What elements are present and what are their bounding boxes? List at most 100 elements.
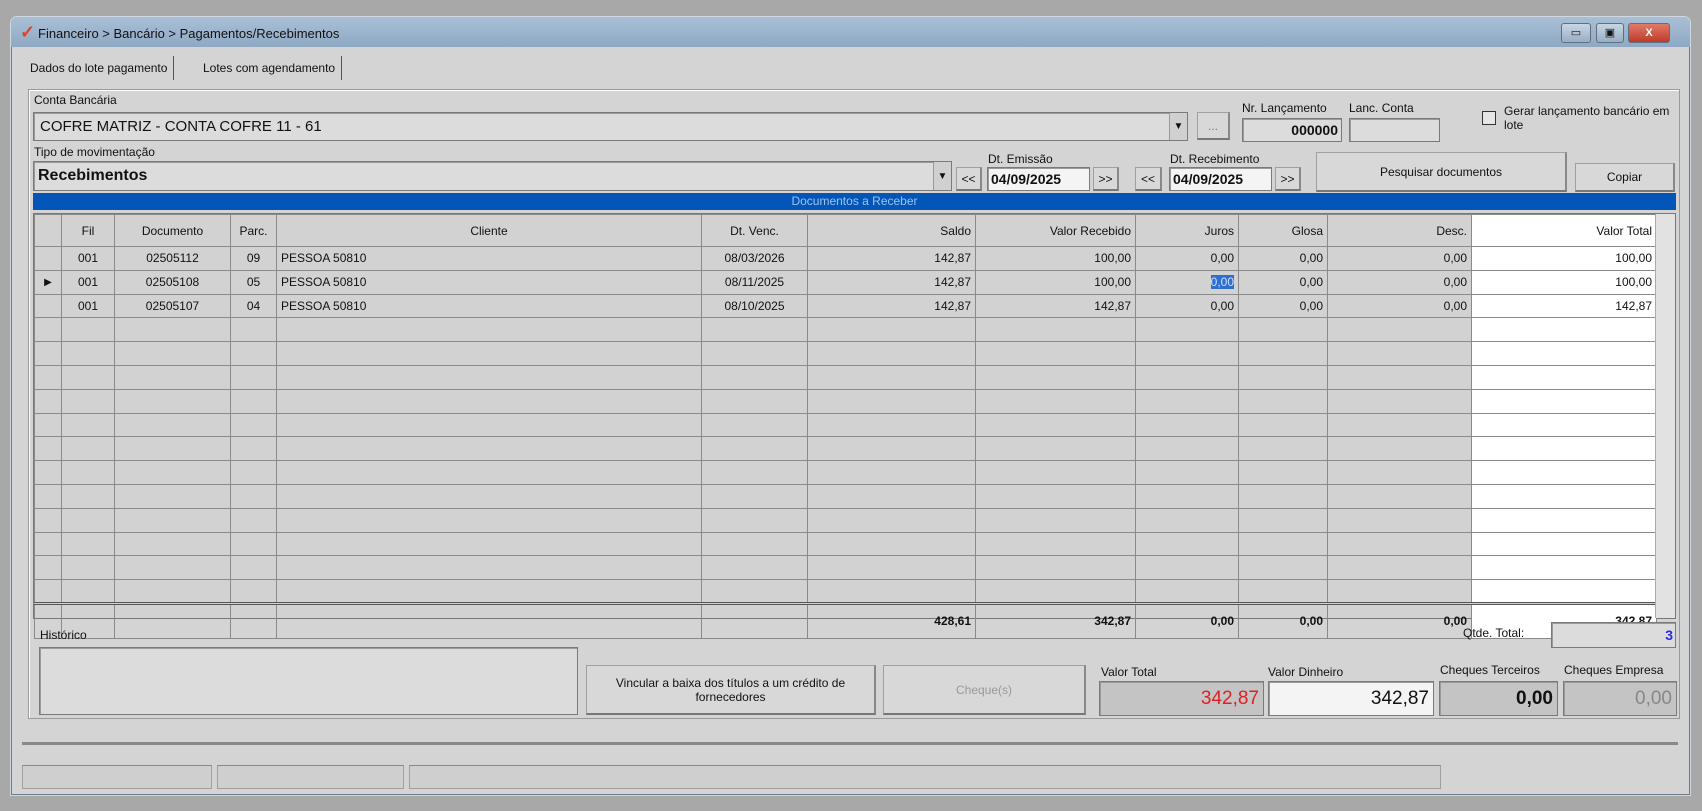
vincular-credito-button[interactable]: Vincular a baixa dos títulos a um crédit… xyxy=(586,665,876,715)
cell-valor-recebido[interactable]: 142,87 xyxy=(975,293,1136,319)
empty-cell[interactable] xyxy=(34,531,62,557)
empty-cell[interactable] xyxy=(276,460,702,485)
empty-cell[interactable] xyxy=(34,507,62,533)
empty-cell[interactable] xyxy=(1327,483,1472,509)
empty-cell[interactable] xyxy=(230,388,277,414)
cell-dt-vencimento[interactable]: 08/10/2025 xyxy=(701,293,808,319)
valor-dinheiro-field[interactable]: 342,87 xyxy=(1268,681,1434,716)
empty-cell[interactable] xyxy=(1327,507,1472,533)
cell-juros[interactable]: 0,00 xyxy=(1135,269,1239,295)
empty-cell[interactable] xyxy=(61,507,115,533)
empty-cell[interactable] xyxy=(1471,388,1657,414)
empty-cell[interactable] xyxy=(61,388,115,414)
column-header-cliente[interactable]: Cliente xyxy=(276,214,702,247)
empty-cell[interactable] xyxy=(701,317,808,343)
empty-cell[interactable] xyxy=(1135,460,1239,485)
cell-glosa[interactable]: 0,00 xyxy=(1238,269,1328,295)
empty-cell[interactable] xyxy=(1471,341,1657,366)
empty-cell[interactable] xyxy=(807,388,976,414)
empty-row[interactable] xyxy=(34,507,1657,533)
table-row[interactable]: 001 02505112 09 PESSOA 50810 08/03/2026 142,8… xyxy=(34,246,1657,271)
chevron-down-icon[interactable]: ▼ xyxy=(933,162,951,190)
empty-cell[interactable] xyxy=(1135,555,1239,581)
empty-cell[interactable] xyxy=(34,412,62,438)
table-row[interactable]: 001 02505107 04 PESSOA 50810 08/10/2025 142,8… xyxy=(34,293,1657,319)
empty-cell[interactable] xyxy=(975,579,1136,604)
empty-cell[interactable] xyxy=(61,531,115,557)
cell-parcela[interactable]: 05 xyxy=(230,269,277,295)
emissao-next-button[interactable]: >> xyxy=(1093,167,1119,191)
empty-cell[interactable] xyxy=(1238,364,1328,390)
empty-cell[interactable] xyxy=(34,555,62,581)
empty-cell[interactable] xyxy=(114,507,231,533)
empty-row[interactable] xyxy=(34,412,1657,438)
cell-saldo[interactable]: 142,87 xyxy=(807,269,976,295)
empty-cell[interactable] xyxy=(276,555,702,581)
empty-cell[interactable] xyxy=(1238,388,1328,414)
empty-cell[interactable] xyxy=(61,317,115,343)
empty-cell[interactable] xyxy=(61,460,115,485)
empty-cell[interactable] xyxy=(34,579,62,604)
empty-cell[interactable] xyxy=(230,412,277,438)
empty-cell[interactable] xyxy=(1238,483,1328,509)
empty-cell[interactable] xyxy=(1471,317,1657,343)
empty-row[interactable] xyxy=(34,436,1657,462)
nr-lancamento-field[interactable]: 000000 xyxy=(1242,118,1342,142)
empty-cell[interactable] xyxy=(114,364,231,390)
cell-juros[interactable]: 0,00 xyxy=(1135,246,1239,271)
empty-cell[interactable] xyxy=(1327,436,1472,462)
empty-cell[interactable] xyxy=(114,483,231,509)
empty-cell[interactable] xyxy=(61,341,115,366)
column-header-valor-recebido[interactable]: Valor Recebido xyxy=(975,214,1136,247)
empty-cell[interactable] xyxy=(701,579,808,604)
empty-cell[interactable] xyxy=(1135,317,1239,343)
empty-cell[interactable] xyxy=(975,388,1136,414)
cell-juros[interactable]: 0,00 xyxy=(1135,293,1239,319)
empty-cell[interactable] xyxy=(1327,579,1472,604)
empty-row[interactable] xyxy=(34,531,1657,557)
empty-cell[interactable] xyxy=(807,483,976,509)
empty-cell[interactable] xyxy=(61,412,115,438)
empty-cell[interactable] xyxy=(230,460,277,485)
empty-cell[interactable] xyxy=(276,507,702,533)
empty-cell[interactable] xyxy=(1327,364,1472,390)
empty-row[interactable] xyxy=(34,388,1657,414)
empty-cell[interactable] xyxy=(230,483,277,509)
cell-parcela[interactable]: 09 xyxy=(230,246,277,271)
empty-cell[interactable] xyxy=(807,507,976,533)
empty-cell[interactable] xyxy=(61,364,115,390)
minimize-button[interactable]: ▭ xyxy=(1561,23,1591,43)
empty-cell[interactable] xyxy=(975,412,1136,438)
empty-cell[interactable] xyxy=(61,483,115,509)
empty-cell[interactable] xyxy=(975,364,1136,390)
tab-dados-lote[interactable]: Dados do lote pagamento xyxy=(24,56,175,80)
table-row[interactable]: ▶ 001 02505108 05 PESSOA 50810 08/11/2025 142,… xyxy=(34,269,1657,295)
empty-row[interactable] xyxy=(34,579,1657,604)
empty-cell[interactable] xyxy=(1471,507,1657,533)
empty-cell[interactable] xyxy=(1471,412,1657,438)
empty-cell[interactable] xyxy=(1327,460,1472,485)
cell-saldo[interactable]: 142,87 xyxy=(807,246,976,271)
empty-cell[interactable] xyxy=(114,531,231,557)
empty-cell[interactable] xyxy=(1238,460,1328,485)
gerar-lote-checkbox[interactable] xyxy=(1482,111,1496,125)
empty-cell[interactable] xyxy=(1135,579,1239,604)
empty-cell[interactable] xyxy=(34,460,62,485)
receb-prev-button[interactable]: << xyxy=(1135,167,1162,191)
empty-cell[interactable] xyxy=(34,483,62,509)
empty-cell[interactable] xyxy=(807,341,976,366)
empty-cell[interactable] xyxy=(1327,317,1472,343)
emissao-prev-button[interactable]: << xyxy=(956,167,982,191)
column-header-desc[interactable]: Desc. xyxy=(1327,214,1472,247)
empty-cell[interactable] xyxy=(276,579,702,604)
copiar-button[interactable]: Copiar xyxy=(1575,163,1675,192)
empty-cell[interactable] xyxy=(975,483,1136,509)
empty-cell[interactable] xyxy=(1238,555,1328,581)
empty-cell[interactable] xyxy=(276,364,702,390)
dt-emissao-field[interactable]: 04/09/2025 xyxy=(987,167,1090,191)
empty-cell[interactable] xyxy=(1471,579,1657,604)
empty-cell[interactable] xyxy=(276,317,702,343)
empty-cell[interactable] xyxy=(1471,364,1657,390)
column-header-fil[interactable]: Fil xyxy=(61,214,115,247)
empty-cell[interactable] xyxy=(34,317,62,343)
